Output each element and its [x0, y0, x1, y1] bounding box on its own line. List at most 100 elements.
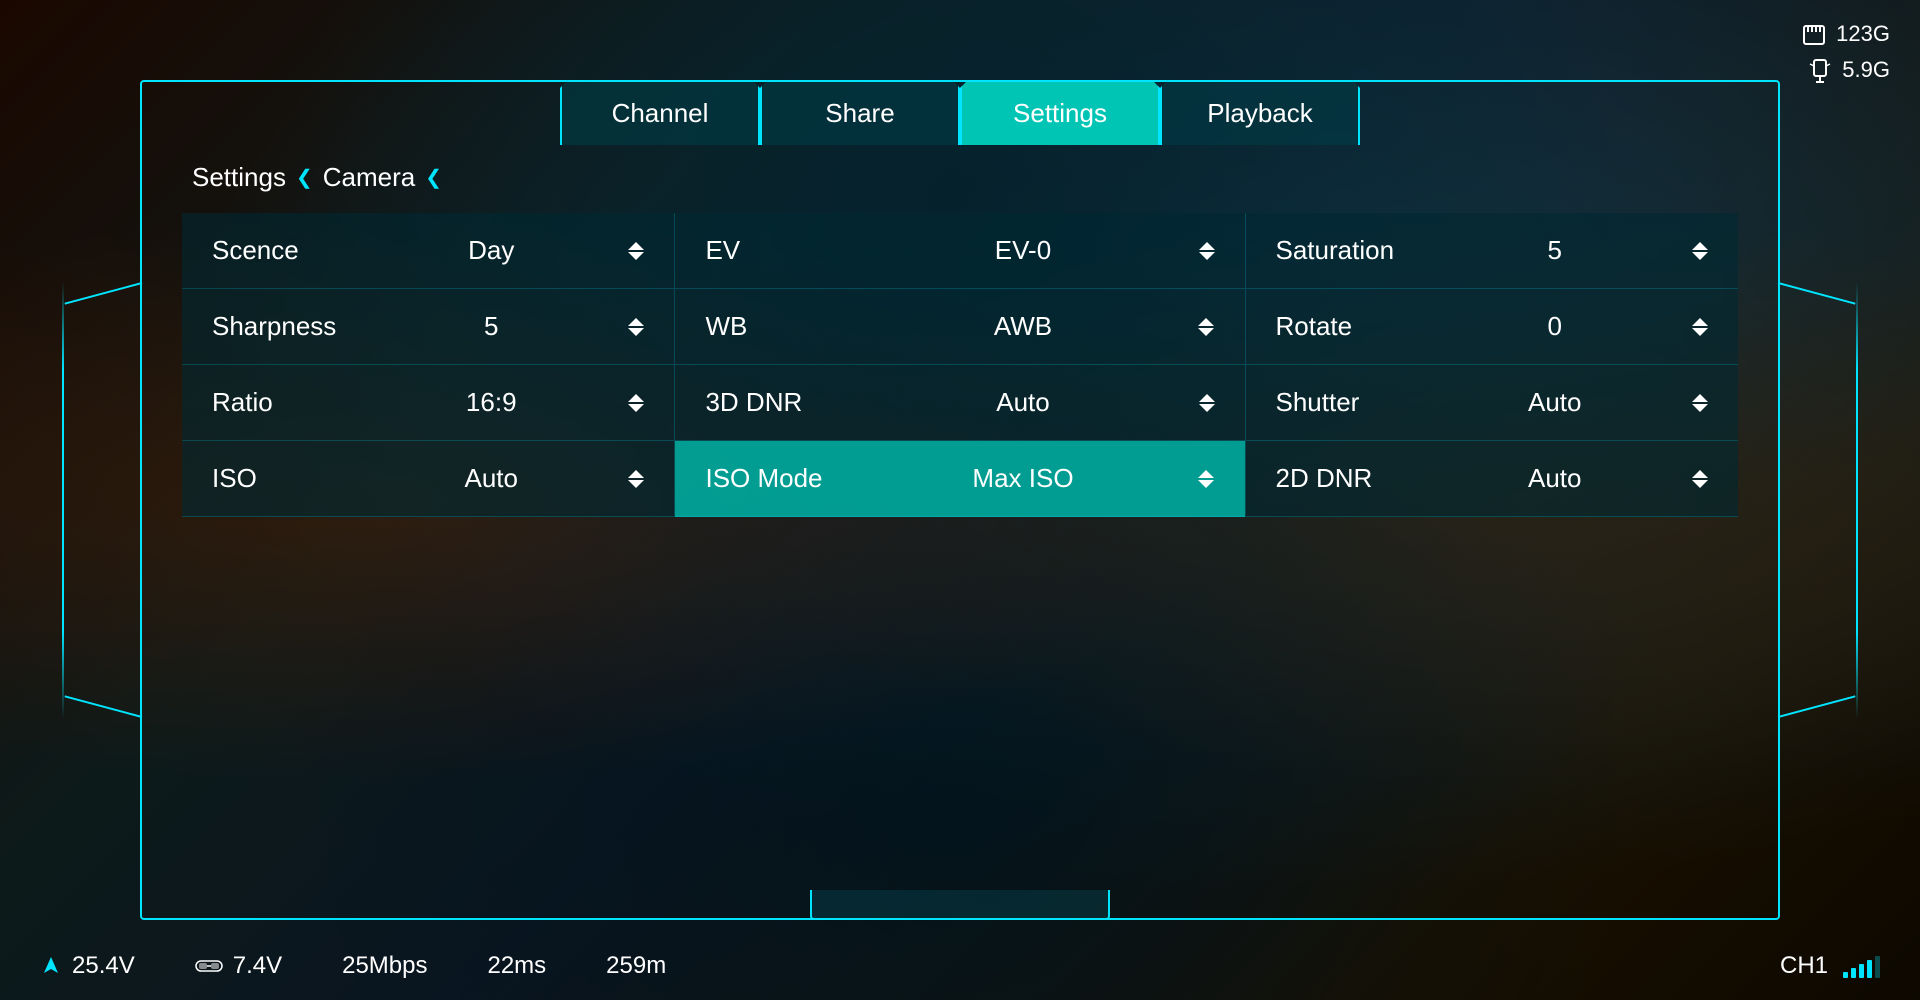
settings-cell-r1-c0[interactable]: Sharpness 5	[182, 289, 675, 365]
spinner-down-r0-c1[interactable]	[1199, 252, 1215, 260]
signal-bar-1	[1843, 972, 1848, 978]
setting-value-r3-c2: Auto	[1528, 463, 1592, 494]
distance-value: 259m	[606, 952, 666, 980]
content-area: Settings ❮ Camera ❮ Scence Day EV EV-0	[142, 142, 1778, 918]
spinner-up-r2-c2[interactable]	[1692, 394, 1708, 402]
connector-right-top	[1778, 282, 1856, 305]
settings-cell-r2-c1[interactable]: 3D DNR Auto	[675, 365, 1245, 441]
spinner-up-r0-c1[interactable]	[1199, 242, 1215, 250]
settings-cell-r3-c0[interactable]: ISO Auto	[182, 441, 675, 517]
spinner-r0-c2[interactable]	[1692, 242, 1708, 260]
tab-playback[interactable]: Playback	[1160, 80, 1360, 145]
spinner-down-r1-c0[interactable]	[628, 328, 644, 336]
signal-bar-3	[1859, 964, 1864, 978]
bottom-bar: 25.4V 7.4V 25Mbps 22ms 259m CH1	[0, 952, 1920, 980]
spinner-down-r1-c2[interactable]	[1692, 328, 1708, 336]
signal-bar-2	[1851, 968, 1856, 978]
settings-cell-r1-c2[interactable]: Rotate 0	[1245, 289, 1738, 365]
spinner-up-r2-c0[interactable]	[628, 394, 644, 402]
spinner-r3-c1[interactable]	[1198, 470, 1214, 488]
goggles-icon	[195, 957, 223, 975]
spinner-up-r3-c0[interactable]	[628, 470, 644, 478]
setting-label-r1-c1: WB	[705, 311, 865, 342]
setting-value-r3-c1: Max ISO	[972, 463, 1083, 494]
storage1-value: 123G	[1836, 21, 1890, 47]
spinner-up-r0-c0[interactable]	[628, 242, 644, 250]
setting-label-r2-c2: Shutter	[1276, 387, 1436, 418]
settings-cell-r3-c2[interactable]: 2D DNR Auto	[1245, 441, 1738, 517]
spinner-down-r3-c0[interactable]	[628, 480, 644, 488]
spinner-down-r2-c0[interactable]	[628, 404, 644, 412]
spinner-r0-c0[interactable]	[628, 242, 644, 260]
spinner-r2-c0[interactable]	[628, 394, 644, 412]
tab-share[interactable]: Share	[760, 80, 960, 145]
settings-cell-r0-c2[interactable]: Saturation 5	[1245, 213, 1738, 289]
spinner-r0-c1[interactable]	[1199, 242, 1215, 260]
spinner-down-r2-c2[interactable]	[1692, 404, 1708, 412]
spinner-down-r1-c1[interactable]	[1198, 328, 1214, 336]
signal-bars	[1843, 954, 1880, 978]
spinner-r2-c1[interactable]	[1199, 394, 1215, 412]
signal-bar-5	[1875, 956, 1880, 978]
storage1-status: 123G	[1800, 20, 1890, 48]
signal-bar-4	[1867, 960, 1872, 978]
ui-container: 123G 5.9G Channel	[0, 0, 1920, 1000]
settings-cell-r2-c0[interactable]: Ratio 16:9	[182, 365, 675, 441]
setting-value-r0-c1: EV-0	[995, 235, 1061, 266]
frame-line-left	[62, 282, 64, 718]
bitrate-stat: 25Mbps	[342, 952, 427, 980]
main-frame: Channel Share Settings Playback Settings…	[140, 80, 1780, 920]
antenna-icon	[1806, 56, 1834, 84]
breadcrumb-arrow-2: ❮	[425, 165, 442, 190]
tab-bar: Channel Share Settings Playback	[560, 80, 1360, 145]
setting-value-r2-c0: 16:9	[466, 387, 527, 418]
setting-label-r1-c0: Sharpness	[212, 311, 372, 342]
setting-label-r3-c1: ISO Mode	[705, 463, 865, 494]
voltage2-stat: 7.4V	[195, 952, 282, 980]
storage2-status: 5.9G	[1806, 56, 1890, 84]
setting-label-r0-c2: Saturation	[1276, 235, 1436, 266]
tab-settings[interactable]: Settings	[960, 80, 1160, 145]
spinner-r2-c2[interactable]	[1692, 394, 1708, 412]
bitrate-value: 25Mbps	[342, 952, 427, 980]
latency-stat: 22ms	[487, 952, 546, 980]
voltage1-value: 25.4V	[72, 952, 135, 980]
setting-label-r2-c1: 3D DNR	[705, 387, 865, 418]
spinner-up-r3-c2[interactable]	[1692, 470, 1708, 478]
spinner-r1-c2[interactable]	[1692, 318, 1708, 336]
spinner-r1-c0[interactable]	[628, 318, 644, 336]
spinner-up-r2-c1[interactable]	[1199, 394, 1215, 402]
connector-right-bottom	[1778, 695, 1856, 718]
spinner-down-r0-c0[interactable]	[628, 252, 644, 260]
settings-cell-r1-c1[interactable]: WB AWB	[675, 289, 1245, 365]
settings-table: Scence Day EV EV-0 Saturation 5	[182, 213, 1738, 517]
spinner-down-r2-c1[interactable]	[1199, 404, 1215, 412]
spinner-up-r3-c1[interactable]	[1198, 470, 1214, 478]
spinner-r3-c2[interactable]	[1692, 470, 1708, 488]
latency-value: 22ms	[487, 952, 546, 980]
spinner-down-r3-c1[interactable]	[1198, 480, 1214, 488]
settings-cell-r3-c1[interactable]: ISO Mode Max ISO	[675, 441, 1245, 517]
spinner-down-r0-c2[interactable]	[1692, 252, 1708, 260]
tab-channel[interactable]: Channel	[560, 80, 760, 145]
settings-cell-r2-c2[interactable]: Shutter Auto	[1245, 365, 1738, 441]
spinner-up-r0-c2[interactable]	[1692, 242, 1708, 250]
setting-label-r0-c0: Scence	[212, 235, 372, 266]
frame-line-right	[1856, 282, 1858, 718]
spinner-down-r3-c2[interactable]	[1692, 480, 1708, 488]
setting-value-r1-c1: AWB	[994, 311, 1062, 342]
settings-cell-r0-c1[interactable]: EV EV-0	[675, 213, 1245, 289]
breadcrumb: Settings ❮ Camera ❮	[182, 162, 1738, 193]
spinner-up-r1-c2[interactable]	[1692, 318, 1708, 326]
settings-cell-r0-c0[interactable]: Scence Day	[182, 213, 675, 289]
setting-value-r2-c2: Auto	[1528, 387, 1592, 418]
setting-value-r3-c0: Auto	[464, 463, 528, 494]
spinner-r3-c0[interactable]	[628, 470, 644, 488]
distance-stat: 259m	[606, 952, 666, 980]
spinner-r1-c1[interactable]	[1198, 318, 1214, 336]
connector-left-bottom	[64, 695, 142, 718]
spinner-up-r1-c1[interactable]	[1198, 318, 1214, 326]
connector-left-top	[64, 282, 142, 305]
spinner-up-r1-c0[interactable]	[628, 318, 644, 326]
channel-signal: CH1	[1780, 952, 1880, 980]
